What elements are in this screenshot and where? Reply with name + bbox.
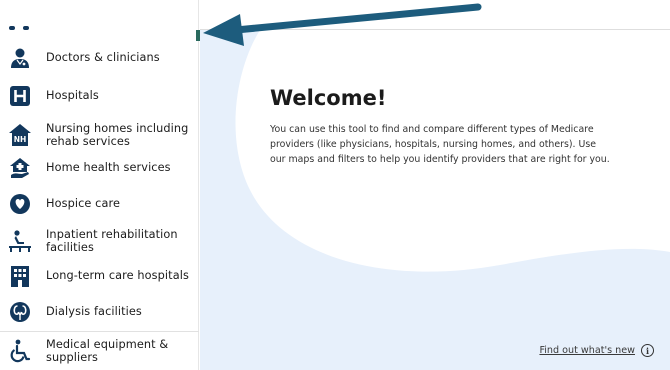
sidebar-item-doctors[interactable]: Doctors & clinicians — [0, 45, 199, 71]
ltc-hospital-icon — [8, 264, 32, 288]
background-shape — [200, 30, 670, 370]
sidebar-item-label: Doctors & clinicians — [46, 51, 160, 64]
page-title: Welcome! — [270, 86, 387, 110]
sidebar-item-label: Nursing homes including rehab services — [46, 122, 189, 148]
sidebar-item-dialysis[interactable]: Dialysis facilities — [0, 300, 199, 324]
provider-type-sidebar: Doctors & clinicians Hospitals NH Nursin… — [0, 0, 199, 370]
doctor-icon — [8, 46, 32, 70]
sidebar-item-label: Home health services — [46, 161, 171, 174]
find-whats-new-link[interactable]: Find out what's new — [539, 345, 635, 356]
wheelchair-icon — [8, 339, 32, 363]
sidebar-item-label: Long-term care hospitals — [46, 269, 189, 282]
whats-new-group: Find out what's new i — [539, 344, 654, 357]
sidebar-divider — [0, 331, 199, 332]
sidebar-item-nursing-homes[interactable]: NH Nursing homes including rehab service… — [0, 120, 199, 150]
welcome-description: You can use this tool to find and compar… — [270, 124, 610, 165]
nursing-home-icon: NH — [8, 123, 32, 147]
hospital-icon — [8, 84, 32, 108]
home-health-icon — [8, 156, 32, 180]
sidebar-partial-item — [0, 0, 199, 31]
sidebar-item-hospitals[interactable]: Hospitals — [0, 84, 199, 108]
sidebar-item-label: Hospice care — [46, 197, 121, 210]
sidebar-item-label: Medical equipment & suppliers — [46, 338, 169, 364]
sidebar-item-inpatient-rehab[interactable]: Inpatient rehabilitation facilities — [0, 226, 199, 256]
sidebar-item-hospice[interactable]: Hospice care — [0, 192, 199, 216]
sidebar-item-long-term-care[interactable]: Long-term care hospitals — [0, 264, 199, 288]
hospice-icon — [8, 192, 32, 216]
sidebar-item-label: Hospitals — [46, 89, 99, 102]
sidebar-item-medical-equipment[interactable]: Medical equipment & suppliers — [0, 336, 199, 366]
dialysis-icon — [8, 300, 32, 324]
info-icon[interactable]: i — [641, 344, 654, 357]
partial-icon — [9, 26, 29, 30]
sidebar-item-label: Dialysis facilities — [46, 305, 142, 318]
sidebar-item-home-health[interactable]: Home health services — [0, 156, 199, 180]
rehab-icon — [8, 229, 32, 253]
sidebar-item-label: Inpatient rehabilitation facilities — [46, 228, 178, 254]
svg-text:NH: NH — [14, 135, 27, 144]
